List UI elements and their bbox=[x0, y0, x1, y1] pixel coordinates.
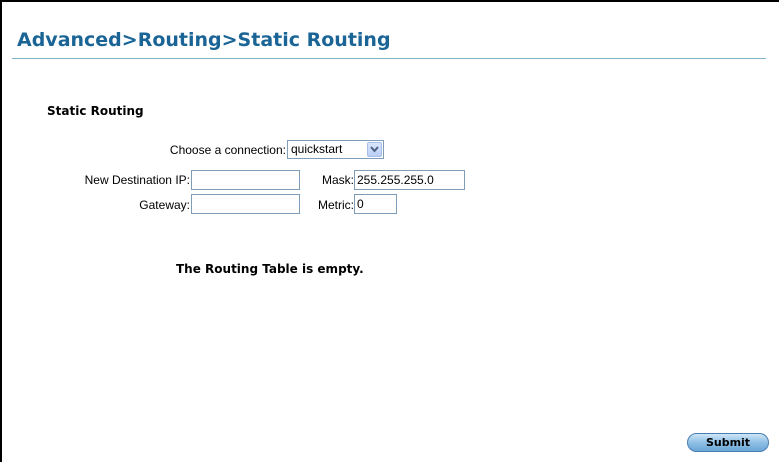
page-frame bbox=[0, 0, 779, 462]
gateway-input[interactable] bbox=[191, 194, 300, 214]
title-divider bbox=[12, 58, 766, 59]
submit-button[interactable]: Submit bbox=[687, 433, 769, 452]
section-title: Static Routing bbox=[47, 104, 144, 118]
dest-ip-input[interactable] bbox=[191, 170, 300, 190]
metric-input[interactable] bbox=[354, 194, 397, 214]
page-title: Advanced>Routing>Static Routing bbox=[17, 29, 391, 51]
connection-select-value: quickstart bbox=[291, 142, 343, 156]
metric-label: Metric: bbox=[318, 198, 354, 212]
routing-table-empty-message: The Routing Table is empty. bbox=[176, 262, 364, 276]
dest-ip-label: New Destination IP: bbox=[84, 173, 190, 187]
connection-label: Choose a connection: bbox=[169, 143, 286, 157]
gateway-label: Gateway: bbox=[139, 198, 190, 212]
mask-label: Mask: bbox=[321, 173, 354, 187]
chevron-down-icon[interactable] bbox=[367, 142, 382, 157]
connection-select[interactable]: quickstart bbox=[287, 140, 384, 159]
mask-input[interactable] bbox=[354, 170, 465, 190]
